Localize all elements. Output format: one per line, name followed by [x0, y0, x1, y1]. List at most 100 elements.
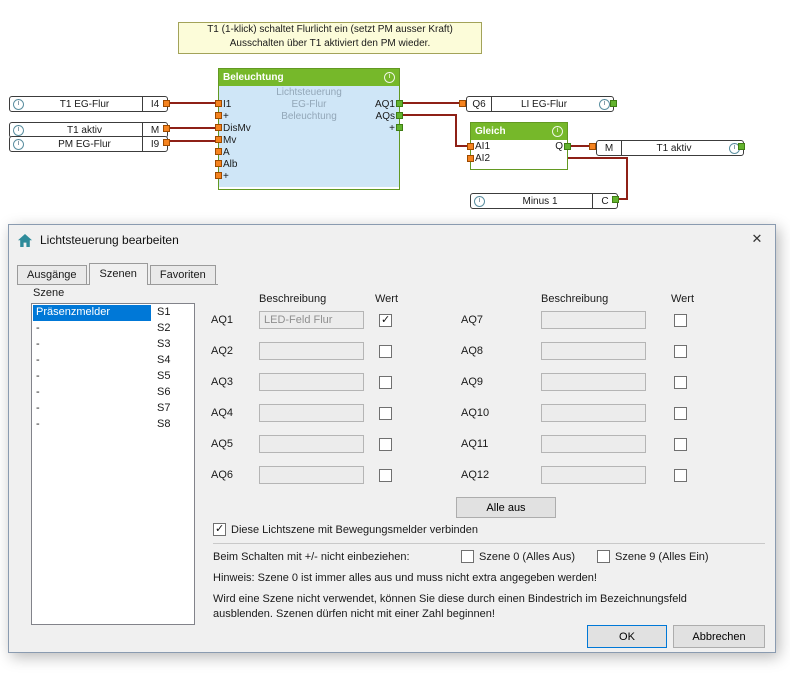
pin-input[interactable] — [467, 143, 474, 150]
pin-output[interactable] — [610, 100, 617, 107]
aq4-description-input[interactable] — [259, 404, 364, 422]
scene-item[interactable]: - S5 — [33, 369, 193, 385]
dialog-lichtsteuerung-bearbeiten: Lichtsteuerung bearbeiten ✕ Ausgänge Sze… — [8, 224, 776, 653]
minus-1-block[interactable]: i Minus 1 C — [470, 193, 618, 209]
aq7-description-input[interactable] — [541, 311, 646, 329]
scene-item[interactable]: - S3 — [33, 337, 193, 353]
memory-ref-t1-aktiv[interactable]: M T1 aktiv i — [596, 140, 744, 156]
pin-input[interactable] — [215, 136, 222, 143]
scene-item[interactable]: - S7 — [33, 401, 193, 417]
scene-item[interactable]: - S4 — [33, 353, 193, 369]
wire — [626, 157, 628, 200]
pin-input[interactable] — [215, 172, 222, 179]
wire — [400, 114, 457, 116]
io-port: M — [597, 141, 622, 155]
aq7-wert-checkbox[interactable] — [674, 314, 687, 327]
aq8-description-input[interactable] — [541, 342, 646, 360]
gleich-block[interactable]: Gleich i AI1 AI2 Q — [470, 122, 568, 170]
aq12-wert-checkbox[interactable] — [674, 469, 687, 482]
pin-input[interactable] — [215, 148, 222, 155]
scene-name[interactable]: - — [33, 385, 151, 401]
scene9-checkbox[interactable] — [597, 550, 610, 563]
aq6-wert-checkbox[interactable] — [379, 469, 392, 482]
aq1-description-input[interactable] — [259, 311, 364, 329]
input-ref-t1-eg-flur[interactable]: i T1 EG-Flur I4 — [9, 96, 168, 112]
pin-output[interactable] — [396, 100, 403, 107]
tab-szenen[interactable]: Szenen — [89, 263, 148, 285]
scene-item[interactable]: - S2 — [33, 321, 193, 337]
scene-name[interactable]: - — [33, 353, 151, 369]
info-icon: i — [13, 125, 24, 136]
motion-link-checkbox[interactable] — [213, 523, 226, 536]
pin-input[interactable] — [215, 124, 222, 131]
pin-input[interactable] — [589, 143, 596, 150]
pin-input[interactable] — [459, 100, 466, 107]
pin-output[interactable] — [738, 143, 745, 150]
aq9-description-input[interactable] — [541, 373, 646, 391]
io-label: T1 EG-Flur — [27, 99, 142, 110]
aq10-wert-checkbox[interactable] — [674, 407, 687, 420]
plus-minus-label: Beim Schalten mit +/- nicht einbeziehen: — [213, 551, 410, 563]
aq5-wert-checkbox[interactable] — [379, 438, 392, 451]
dialog-titlebar[interactable]: Lichtsteuerung bearbeiten ✕ — [9, 225, 775, 255]
aq9-wert-checkbox[interactable] — [674, 376, 687, 389]
scene-name[interactable]: Präsenzmelder — [33, 305, 151, 321]
scene-name[interactable]: - — [33, 417, 151, 433]
aq8-wert-checkbox[interactable] — [674, 345, 687, 358]
alle-aus-button[interactable]: Alle aus — [456, 497, 556, 518]
pin-output[interactable] — [163, 139, 170, 146]
port-label-q: Q — [555, 141, 563, 152]
aq-row: AQ1 — [211, 311, 392, 329]
info-icon[interactable]: i — [384, 72, 395, 83]
cancel-button[interactable]: Abbrechen — [673, 625, 765, 648]
pin-input[interactable] — [215, 100, 222, 107]
aq12-description-input[interactable] — [541, 466, 646, 484]
tab-ausgaenge[interactable]: Ausgänge — [17, 265, 87, 284]
block-name-label: EG-Flur — [219, 99, 399, 110]
aq11-description-input[interactable] — [541, 435, 646, 453]
aq2-description-input[interactable] — [259, 342, 364, 360]
scene9-label: Szene 9 (Alles Ein) — [615, 551, 709, 563]
info-icon: i — [474, 196, 485, 207]
block-body: Lichtsteuerung EG-Flur Beleuchtung I1 + … — [219, 86, 399, 187]
aq4-wert-checkbox[interactable] — [379, 407, 392, 420]
ok-button[interactable]: OK — [587, 625, 667, 648]
info-icon[interactable]: i — [552, 126, 563, 137]
pin-output[interactable] — [163, 100, 170, 107]
pin-input[interactable] — [215, 112, 222, 119]
input-ref-pm-eg-flur[interactable]: i PM EG-Flur I9 — [9, 136, 168, 152]
scene-listbox[interactable]: Präsenzmelder S1 - S2 - S3 - S4 - S5 - S… — [31, 303, 195, 625]
beleuchtung-block[interactable]: Beleuchtung i Lichtsteuerung EG-Flur Bel… — [218, 68, 400, 190]
pin-output[interactable] — [396, 112, 403, 119]
aq6-description-input[interactable] — [259, 466, 364, 484]
pin-input[interactable] — [215, 160, 222, 167]
aq2-wert-checkbox[interactable] — [379, 345, 392, 358]
hint-text: Hinweis: Szene 0 ist immer alles aus und… — [213, 572, 597, 584]
scene-item[interactable]: Präsenzmelder S1 — [33, 305, 193, 321]
tab-favoriten[interactable]: Favoriten — [150, 265, 216, 284]
scene0-checkbox[interactable] — [461, 550, 474, 563]
diagram-note[interactable]: T1 (1-klick) schaltet Flurlicht ein (set… — [178, 22, 482, 54]
pin-output[interactable] — [564, 143, 571, 150]
aq3-wert-checkbox[interactable] — [379, 376, 392, 389]
aq3-description-input[interactable] — [259, 373, 364, 391]
pin-input[interactable] — [467, 155, 474, 162]
aq5-description-input[interactable] — [259, 435, 364, 453]
scene-name[interactable]: - — [33, 337, 151, 353]
port-label-dismv: DisMv — [223, 123, 251, 134]
aq-label: AQ5 — [211, 438, 259, 450]
wire — [169, 102, 218, 104]
pin-output[interactable] — [612, 196, 619, 203]
pin-output[interactable] — [163, 125, 170, 132]
scene-name[interactable]: - — [33, 321, 151, 337]
scene-name[interactable]: - — [33, 369, 151, 385]
scene-item[interactable]: - S8 — [33, 417, 193, 433]
scene-item[interactable]: - S6 — [33, 385, 193, 401]
close-icon[interactable]: ✕ — [739, 225, 775, 253]
aq11-wert-checkbox[interactable] — [674, 438, 687, 451]
scene-name[interactable]: - — [33, 401, 151, 417]
aq1-wert-checkbox[interactable] — [379, 314, 392, 327]
pin-output[interactable] — [396, 124, 403, 131]
aq10-description-input[interactable] — [541, 404, 646, 422]
output-ref-li-eg-flur[interactable]: Q6 LI EG-Flur i — [466, 96, 614, 112]
